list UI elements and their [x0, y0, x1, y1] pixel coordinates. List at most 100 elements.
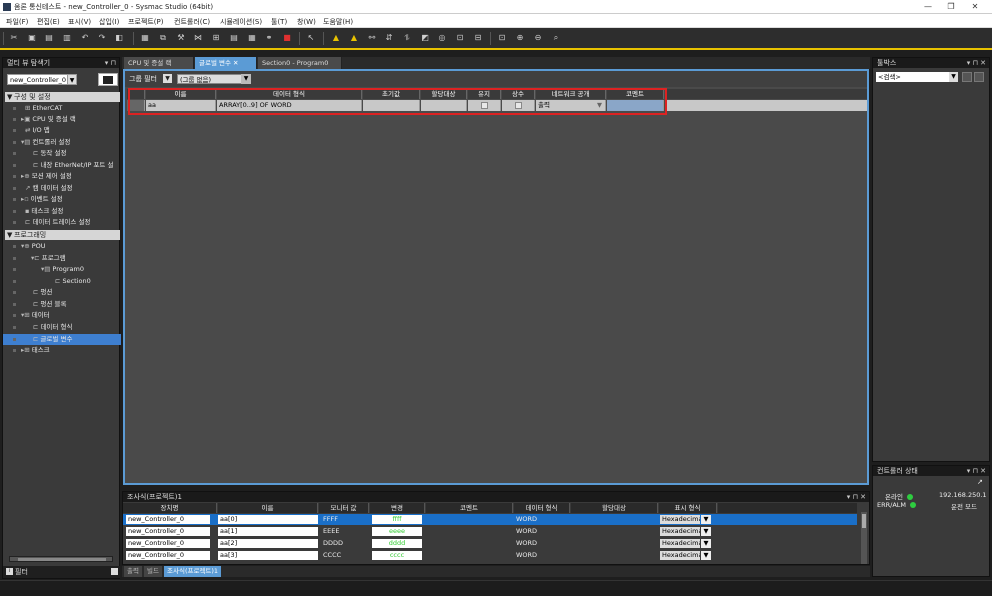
undo-icon[interactable]: ↶ [80, 33, 90, 43]
trace-icon[interactable]: ⊟ [473, 33, 483, 43]
transfer-icon[interactable]: ⇵ [384, 33, 394, 43]
menu-file[interactable]: 파일(F) [6, 17, 28, 27]
tree-item-ethercat[interactable]: ⊞ EtherCAT [3, 103, 121, 114]
cut-icon[interactable]: ✂ [9, 33, 19, 43]
format-dropdown-icon[interactable]: ▼ [701, 527, 711, 536]
menu-help[interactable]: 도움말(H) [323, 17, 353, 27]
tree-item-data-trace[interactable]: ⊏ 데이터 트레이스 설정 [3, 217, 121, 228]
tree-item-event[interactable]: ▸▫ 이벤트 설정 [3, 194, 121, 205]
pin-icon[interactable]: ▾ ⊓ ✕ [967, 466, 986, 476]
menu-project[interactable]: 프로젝트(P) [128, 17, 163, 27]
warning-icon[interactable]: ▲ [331, 33, 341, 43]
tab-watch[interactable]: 조사식(프로젝트)1 [164, 566, 222, 577]
tree-item-ethernetip[interactable]: ⊏ 내장 EtherNet/IP 포트 설 [3, 160, 121, 171]
table-icon[interactable]: ▤ [229, 33, 239, 43]
horizontal-scrollbar[interactable] [9, 556, 113, 562]
reset-icon[interactable]: ◎ [437, 33, 447, 43]
expand-icon[interactable]: ↗ [977, 478, 983, 486]
close-button[interactable]: ✕ [964, 1, 986, 12]
grid-icon[interactable]: ▦ [247, 33, 257, 43]
group-filter-select[interactable]: (그룹 없음) [177, 74, 251, 84]
redo-icon[interactable]: ↷ [97, 33, 107, 43]
close-tab-icon[interactable]: ✕ [233, 59, 238, 67]
tab-output[interactable]: 출력 [124, 566, 142, 577]
controller-select[interactable]: new_Controller_0 [7, 74, 75, 85]
monitor-icon[interactable]: ⊡ [455, 33, 465, 43]
tree-item-motion[interactable]: ▸⊕ 모션 제어 설정 [3, 171, 121, 182]
cross-ref-icon[interactable]: ⋈ [193, 33, 203, 43]
section-config[interactable]: ▼ 구성 및 설정 [5, 92, 120, 102]
pointer-icon[interactable]: ↖ [306, 33, 316, 43]
watch-col-device[interactable]: 장치명 [123, 503, 217, 513]
tree-item-pou[interactable]: ▾⊕ POU [3, 241, 121, 252]
bookmark-icon[interactable]: ◧ [114, 33, 124, 43]
zoom-select-icon[interactable]: ⌕ [551, 33, 561, 43]
window-icon[interactable]: ⧉ [158, 33, 168, 43]
paste-icon[interactable]: ▤ [44, 33, 54, 43]
pin-icon[interactable]: ▾ ⊓ ✕ [967, 58, 986, 68]
tree-item-cpu-rack[interactable]: ▸▣ CPU 및 증설 랙 [3, 114, 121, 125]
compare-icon[interactable]: ▦ [140, 33, 150, 43]
toolbox-search-input[interactable]: <검색> [876, 72, 950, 82]
watch-col-modify[interactable]: 변경 [370, 503, 425, 513]
controller-chip-icon[interactable] [98, 73, 118, 86]
zoom-fit-icon[interactable]: ⊡ [497, 33, 507, 43]
record-icon[interactable]: ■ [282, 33, 292, 43]
menu-view[interactable]: 표시(V) [68, 17, 91, 27]
filter-bar[interactable]: i 필터 [3, 566, 121, 578]
zoom-out-icon[interactable]: ⊖ [533, 33, 543, 43]
tree-item-tasks[interactable]: ▸⊞ 태스크 [3, 345, 121, 356]
force-icon[interactable]: ⥮ [402, 33, 412, 43]
menu-simulation[interactable]: 시뮬레이션(S) [220, 17, 262, 27]
tree-item-task[interactable]: ▪ 태스크 설정 [3, 206, 121, 217]
network-icon[interactable]: ⊞ [211, 33, 221, 43]
pin-icon[interactable]: ▾ ⊓ [105, 58, 116, 68]
tree-item-program0[interactable]: ▾▤ Program0 [3, 264, 121, 275]
menu-edit[interactable]: 편집(E) [37, 17, 60, 27]
tab-cpu-rack[interactable]: CPU 및 증설 랙 [124, 57, 194, 69]
format-dropdown-icon[interactable]: ▼ [701, 515, 711, 524]
watch-col-monitor[interactable]: 모니터 값 [319, 503, 369, 513]
watch-col-name[interactable]: 이름 [218, 503, 318, 513]
filter-expand-icon[interactable] [111, 568, 118, 575]
watch-col-assign[interactable]: 할당대상 [571, 503, 658, 513]
watch-col-comment[interactable]: 코멘트 [426, 503, 513, 513]
set-icon[interactable]: ◩ [420, 33, 430, 43]
format-dropdown-icon[interactable]: ▼ [701, 551, 711, 560]
tree-item-data-types[interactable]: ⊏ 데이터 형식 [3, 322, 121, 333]
group-filter-dropdown-icon[interactable]: ▼ [241, 74, 251, 84]
tree-item-io-map[interactable]: ⇄ I/O 맵 [3, 125, 121, 136]
tree-item-section0[interactable]: ⊏ Section0 [3, 276, 121, 287]
build-icon[interactable]: ⚒ [176, 33, 186, 43]
tree-item-programs[interactable]: ▾⊏ 프로그램 [3, 253, 121, 264]
pin-icon[interactable]: ▾ ⊓ ✕ [847, 492, 866, 502]
menu-controller[interactable]: 컨트롤러(C) [174, 17, 210, 27]
menu-insert[interactable]: 삽입(I) [99, 17, 119, 27]
format-dropdown-icon[interactable]: ▼ [701, 539, 711, 548]
online-warning-icon[interactable]: ▲ [349, 33, 359, 43]
menu-tools[interactable]: 툴(T) [271, 17, 287, 27]
section-programming[interactable]: ▼ 프로그래밍 [5, 230, 120, 240]
watch-row[interactable]: new_Controller_0 aa[2] DDDD dddd WORD He… [123, 538, 857, 549]
watch-col-format[interactable]: 표시 형식 [659, 503, 717, 513]
tree-item-functions[interactable]: ⊏ 펑션 [3, 287, 121, 298]
tree-item-data[interactable]: ▾⊞ 데이터 [3, 310, 121, 321]
sync-icon[interactable]: ⚯ [367, 33, 377, 43]
tab-build[interactable]: 빌드 [144, 566, 162, 577]
group-filter-icon[interactable]: ▼ [163, 74, 172, 83]
copy-icon[interactable]: ▣ [27, 33, 37, 43]
zoom-in-icon[interactable]: ⊕ [515, 33, 525, 43]
delete-icon[interactable]: ▥ [62, 33, 72, 43]
watch-row[interactable]: new_Controller_0 aa[3] CCCC cccc WORD He… [123, 550, 857, 561]
watch-col-type[interactable]: 데이터 형식 [514, 503, 570, 513]
tree-item-cam-data[interactable]: ↗ 캠 데이터 설정 [3, 183, 121, 194]
toolbox-sort-icon[interactable] [962, 72, 972, 82]
tree-item-global-variables[interactable]: ⊏ 글로벌 변수 [3, 334, 121, 345]
watch-row[interactable]: new_Controller_0 aa[0] FFFF ffff WORD He… [123, 514, 857, 525]
tab-global-variables[interactable]: 글로벌 변수 ✕ [195, 57, 257, 69]
toolbox-options-icon[interactable] [974, 72, 984, 82]
tab-section0-program0[interactable]: Section0 - Program0 [258, 57, 342, 69]
toolbox-dropdown-icon[interactable]: ▼ [949, 72, 958, 82]
minimize-button[interactable]: — [917, 1, 939, 12]
tree-item-function-blocks[interactable]: ⊏ 펑션 블록 [3, 299, 121, 310]
